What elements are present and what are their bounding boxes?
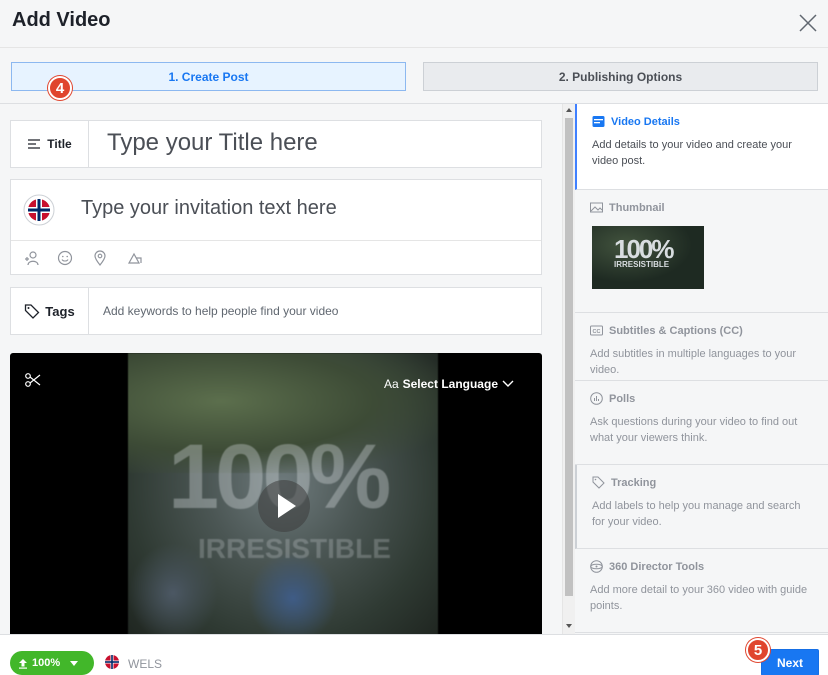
sidebar-item-description: Ask questions during your video to find … [590,416,798,444]
sidebar-item-label: Polls [609,392,636,405]
scroll-thumb[interactable] [565,118,573,596]
invitation-card: Type your invitation text here [10,179,542,275]
step-tabs: 1. Create Post 2. Publishing Options [0,48,828,104]
thumbnail-preview[interactable]: 100% IRRESISTIBLE [592,226,704,289]
title-card: Title Type your Title here [10,120,542,168]
title-label-text: Title [47,137,72,151]
sidebar-item-description: Add details to your video and create you… [592,139,792,167]
caret-down-icon [70,660,79,666]
scroll-down-arrow-icon[interactable] [566,624,572,628]
360-icon [590,560,603,573]
sidebar-item-label: 360 Director Tools [609,560,705,573]
sidebar-item-label: Subtitles & Captions (CC) [609,324,743,337]
sidebar-item-label: Video Details [611,115,680,128]
post-editor: Title Type your Title here Type your inv… [0,104,562,634]
sidebar-item-subtitles[interactable]: CC Subtitles & Captions (CC) Add subtitl… [575,313,828,381]
upload-arrow-icon [19,658,27,669]
tags-label-text: Tags [45,303,75,319]
step-annotation-badge: 4 [48,76,72,100]
page-name: WELS [128,657,163,671]
play-button[interactable] [258,480,310,532]
tags-card: Tags Add keywords to help people find yo… [10,287,542,335]
close-icon[interactable] [796,11,820,35]
sidebar-item-360-director[interactable]: 360 Director Tools Add more detail to yo… [575,549,828,633]
tab-publishing-options[interactable]: 2. Publishing Options [423,62,818,91]
sidebar-item-thumbnail[interactable]: Thumbnail 100% IRRESISTIBLE [575,190,828,313]
sidebar-item-label: Tracking [611,476,657,489]
text-lines-icon [28,139,41,149]
upload-progress-button[interactable]: 100% [10,651,94,675]
sidebar-item-label: Thumbnail [609,201,665,214]
page-avatar [23,194,55,226]
chevron-down-icon [502,380,514,387]
page-avatar [105,655,119,669]
tag-icon [592,476,605,489]
language-label: Select Language [402,377,498,391]
tags-input[interactable]: Add keywords to help people find your vi… [103,304,338,318]
video-player[interactable]: 100% IRRESISTIBLE Aa Select Language [10,353,542,634]
check-in-icon[interactable] [127,250,143,266]
image-icon [590,202,603,213]
tag-people-icon[interactable] [24,250,40,266]
dialog-header: Add Video [0,0,828,48]
trim-scissors-icon[interactable] [24,371,42,389]
sidebar-item-polls[interactable]: Polls Ask questions during your video to… [575,381,828,465]
select-language-button[interactable]: Aa Select Language [384,377,514,391]
title-label: Title [11,121,89,167]
post-tools-bar [11,240,541,275]
emoji-icon[interactable] [57,250,73,266]
dialog-footer: 100% WELS Next [0,634,828,675]
sidebar-item-description: Add subtitles in multiple languages to y… [590,348,797,376]
poll-icon [590,392,603,405]
video-overlay-subtext: IRRESISTIBLE [198,533,391,564]
location-icon[interactable] [92,250,108,266]
sidebar-item-description: Add more detail to your 360 video with g… [590,584,808,612]
dialog-title: Add Video [12,9,111,31]
invitation-input[interactable]: Type your invitation text here [81,197,337,220]
options-sidebar: Video Details Add details to your video … [575,104,828,634]
tag-icon [25,304,40,319]
sidebar-item-tracking[interactable]: Tracking Add labels to help you manage a… [575,465,828,549]
language-prefix: Aa [383,377,399,391]
svg-text:CC: CC [593,329,601,335]
sidebar-item-description: Add labels to help you manage and search… [592,500,801,528]
thumbnail-subtext: IRRESISTIBLE [614,260,670,269]
next-button[interactable]: Next [761,649,819,675]
tags-label: Tags [11,288,89,334]
scrollbar[interactable] [562,104,575,634]
cc-icon: CC [590,325,603,336]
sidebar-item-video-details[interactable]: Video Details Add details to your video … [575,104,828,190]
next-annotation-badge: 5 [746,638,770,662]
title-input[interactable]: Type your Title here [107,129,318,157]
upload-progress-text: 100% [32,657,61,669]
scroll-up-arrow-icon[interactable] [566,108,572,112]
video-details-icon [592,116,605,127]
